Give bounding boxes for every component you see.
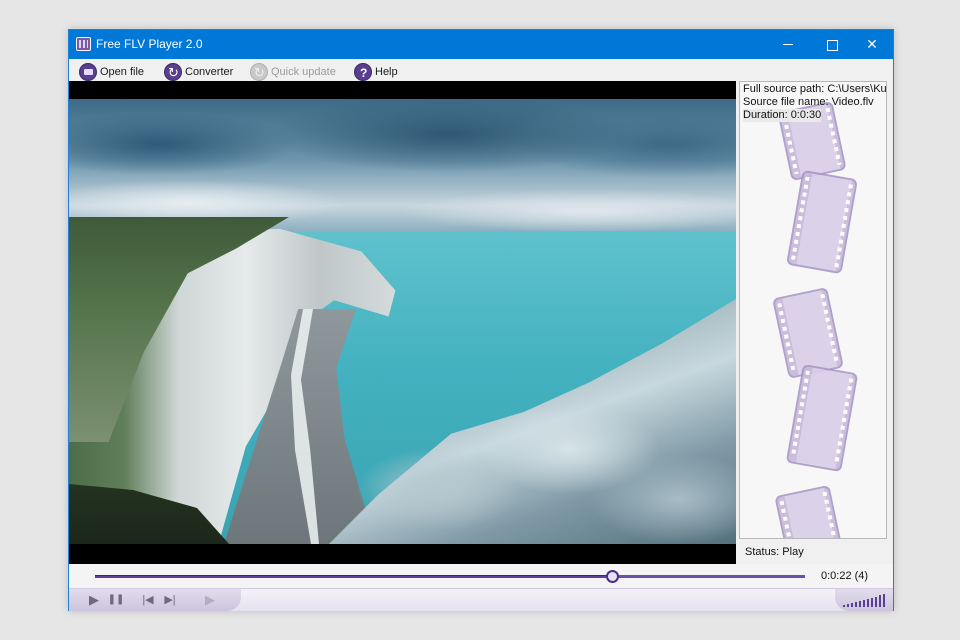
volume-level-bar [875, 597, 877, 607]
maximize-button[interactable] [810, 30, 854, 59]
folder-icon [79, 63, 97, 81]
volume-level-bar [863, 600, 865, 607]
close-button[interactable]: ✕ [850, 30, 894, 59]
volume-level-bar [879, 595, 881, 607]
open-file-label: Open file [100, 66, 145, 78]
volume-level-bar [847, 604, 849, 607]
source-file-name: Source file name: Video.flv [743, 96, 874, 108]
volume-level-bar [855, 602, 857, 607]
volume-level-bar [851, 603, 853, 607]
playback-controls: ▶ ❚❚ |◀ ▶| ▶ [69, 588, 893, 611]
filmstrip-decoration [786, 169, 858, 275]
volume-level-bar [859, 601, 861, 607]
quick-update-label: Quick update [271, 66, 336, 78]
seek-knob[interactable] [606, 570, 620, 583]
volume-level-bar [871, 598, 873, 607]
duration: Duration: 0:0:30 [743, 109, 822, 122]
volume-control[interactable] [835, 589, 893, 611]
seek-area: 0:0:22 (4) [69, 564, 893, 588]
filmstrip-decoration [785, 363, 859, 473]
update-icon [250, 63, 268, 82]
video-frame [69, 99, 736, 544]
volume-level-bar [867, 599, 869, 607]
toolbar: Open file Converter Quick update Help [69, 59, 893, 83]
filmstrip-decoration [774, 484, 842, 538]
status-text: Status: Play [745, 546, 804, 558]
title-bar[interactable]: Free FLV Player 2.0 ✕ [69, 30, 893, 59]
convert-icon [164, 63, 182, 82]
minimize-button[interactable] [766, 30, 810, 59]
volume-level-bar [883, 594, 885, 607]
previous-button[interactable]: |◀ [139, 592, 157, 608]
video-display[interactable] [69, 81, 736, 564]
controls-tray: ▶ ❚❚ |◀ ▶| ▶ [69, 589, 241, 611]
next-button[interactable]: ▶| [161, 592, 179, 608]
seek-track-remaining[interactable] [613, 575, 805, 578]
app-window: Free FLV Player 2.0 ✕ Open file Converte… [68, 29, 894, 611]
app-logo-icon [76, 37, 91, 51]
info-panel: Full source path: C:\Users\Kun4i Source … [739, 81, 887, 539]
volume-level-bar [843, 605, 845, 607]
time-readout: 0:0:22 (4) [821, 570, 869, 582]
help-icon [354, 63, 372, 83]
pause-button[interactable]: ❚❚ [107, 592, 125, 608]
converter-label: Converter [185, 66, 234, 78]
window-title: Free FLV Player 2.0 [96, 37, 203, 51]
fullscreen-button[interactable]: ▶ [201, 592, 219, 608]
help-label: Help [375, 66, 398, 78]
play-button[interactable]: ▶ [85, 592, 103, 608]
full-source-path: Full source path: C:\Users\Kun4i [743, 83, 887, 95]
